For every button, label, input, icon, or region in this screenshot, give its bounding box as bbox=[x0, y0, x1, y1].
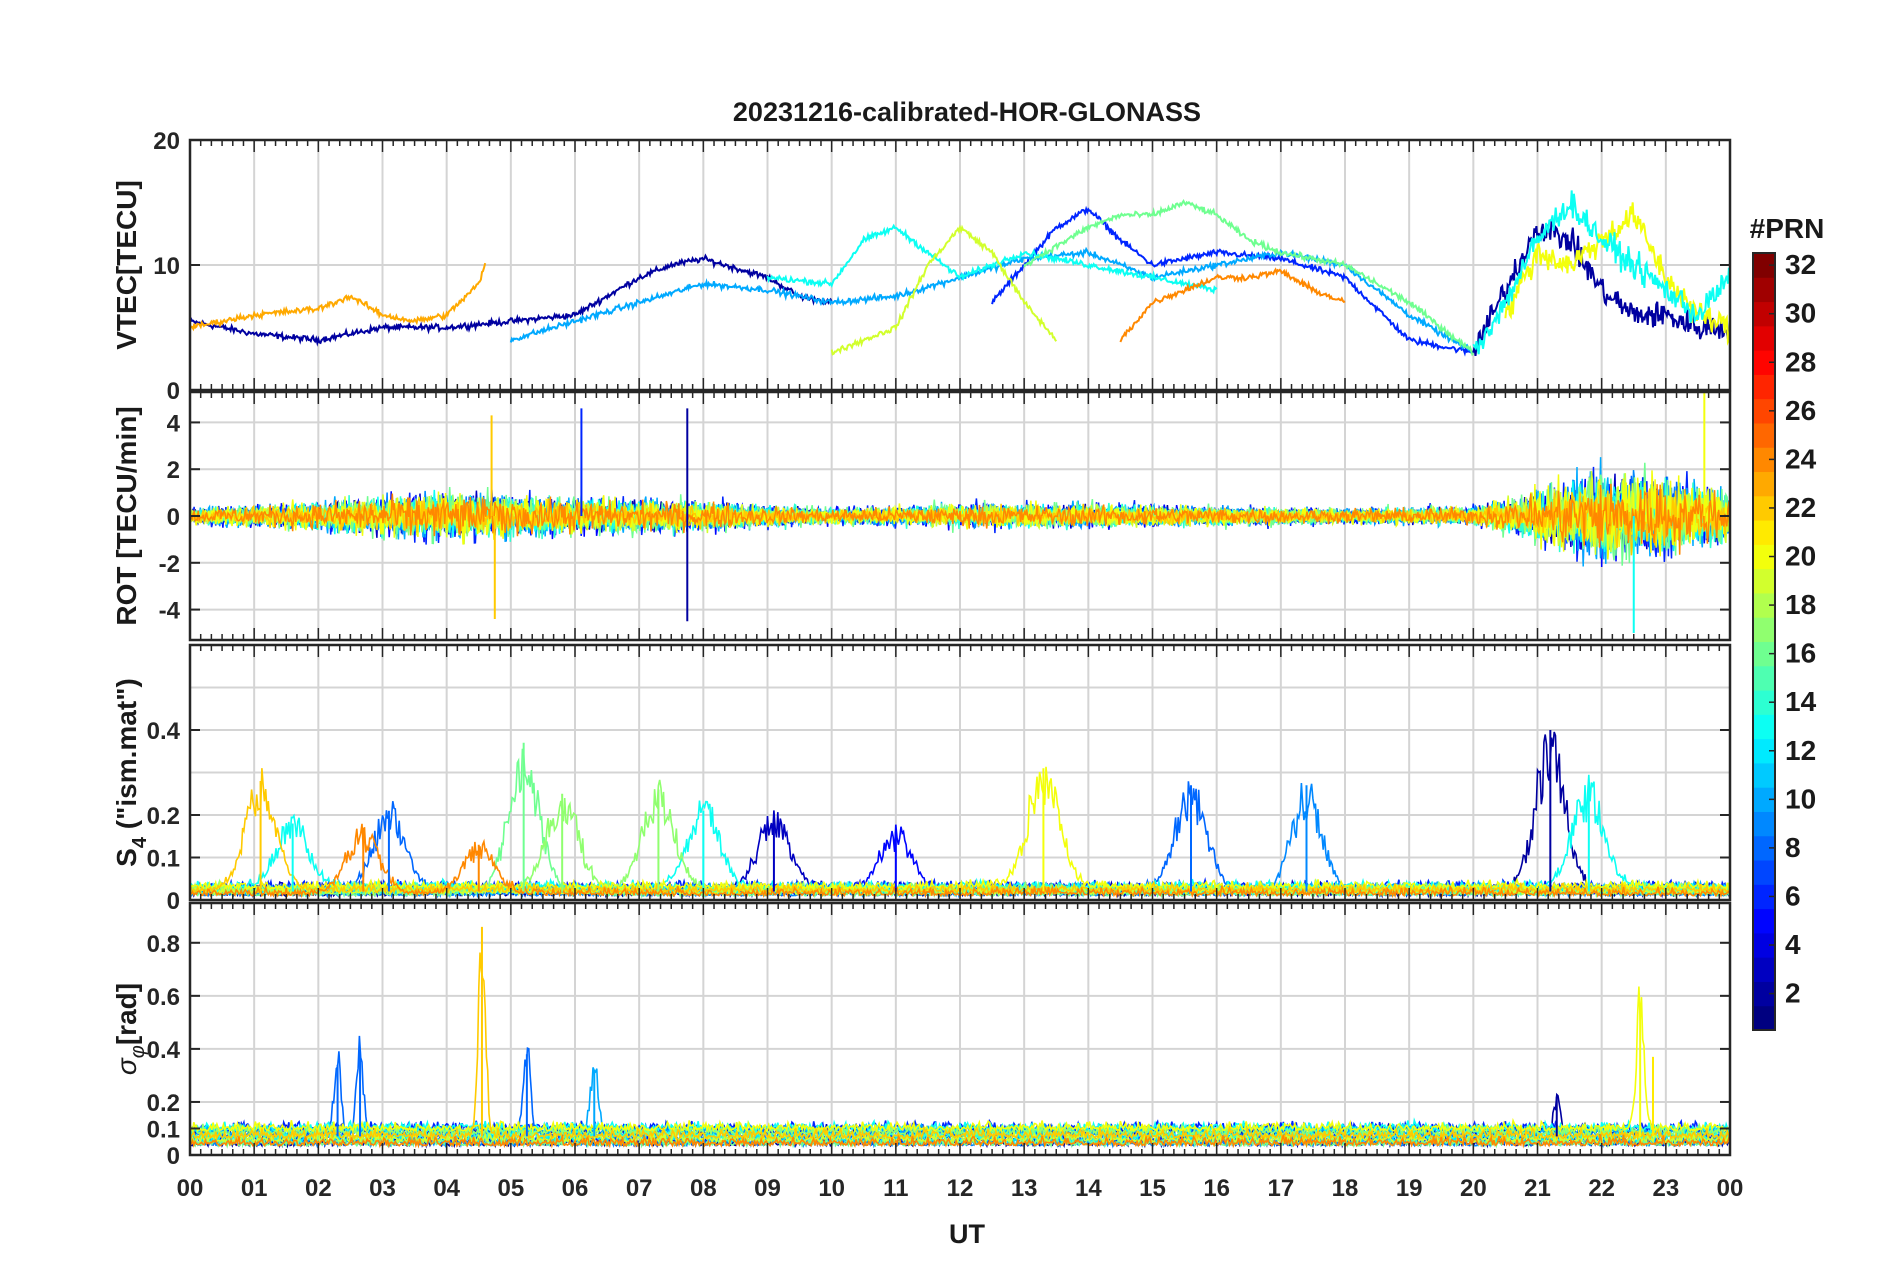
colorbar-tick-label: 12 bbox=[1785, 735, 1816, 766]
colorbar-segment bbox=[1753, 860, 1775, 885]
colorbar-segment bbox=[1753, 811, 1775, 837]
colorbar-tick-label: 8 bbox=[1785, 832, 1801, 863]
y-tick-label: 0.1 bbox=[147, 846, 180, 873]
x-tick-label: 12 bbox=[947, 1175, 974, 1202]
y-tick-label: 10 bbox=[153, 253, 180, 280]
x-tick-label: 11 bbox=[883, 1175, 908, 1202]
colorbar: 2468101214161820222426283032#PRN bbox=[1750, 213, 1825, 1031]
colorbar-tick-label: 32 bbox=[1785, 249, 1816, 280]
y-tick-label: 0.1 bbox=[147, 1116, 180, 1143]
colorbar-segment bbox=[1753, 374, 1775, 400]
colorbar-tick-label: 24 bbox=[1785, 443, 1817, 474]
vtec-series-prn-6 bbox=[991, 205, 1475, 357]
colorbar-segment bbox=[1753, 568, 1775, 594]
y-tick-label: 4 bbox=[167, 410, 181, 437]
colorbar-tick-label: 14 bbox=[1785, 686, 1817, 717]
x-tick-label: 00 bbox=[1717, 1175, 1744, 1202]
y-tick-label: 0.2 bbox=[147, 1090, 180, 1117]
y-tick-label: 20 bbox=[153, 128, 180, 155]
y-tick-label: 0.4 bbox=[147, 718, 181, 745]
y-tick-label: 0.4 bbox=[147, 1037, 181, 1064]
figure-title: 20231216-calibrated-HOR-GLONASS bbox=[733, 97, 1201, 127]
colorbar-tick-label: 26 bbox=[1785, 395, 1816, 426]
colorbar-segment bbox=[1753, 1005, 1775, 1031]
y-tick-label: 0 bbox=[167, 1143, 180, 1170]
colorbar-tick-label: 4 bbox=[1785, 929, 1801, 960]
colorbar-tick-label: 10 bbox=[1785, 783, 1816, 814]
x-tick-label: 02 bbox=[305, 1175, 332, 1202]
colorbar-tick-label: 6 bbox=[1785, 880, 1801, 911]
colorbar-segment bbox=[1753, 277, 1775, 303]
colorbar-tick-label: 30 bbox=[1785, 298, 1816, 329]
colorbar-segment bbox=[1753, 471, 1775, 497]
colorbar-tick-label: 18 bbox=[1785, 589, 1816, 620]
x-tick-label: 09 bbox=[754, 1175, 781, 1202]
x-tick-label: 08 bbox=[690, 1175, 717, 1202]
x-tick-label: 03 bbox=[369, 1175, 396, 1202]
x-tick-label: 23 bbox=[1652, 1175, 1679, 1202]
panel-2: -4 -2 0 2 4 ROT [TECU/min] bbox=[111, 390, 1732, 642]
y-tick-label: 0 bbox=[167, 888, 180, 915]
x-tick-label: 16 bbox=[1203, 1175, 1230, 1202]
x-axis-label: UT bbox=[949, 1219, 985, 1249]
colorbar-segment bbox=[1753, 957, 1775, 982]
x-tick-label: 17 bbox=[1267, 1175, 1294, 1202]
panel-1: 0 10 20 VTEC[TECU] bbox=[111, 128, 1732, 405]
colorbar-segment bbox=[1753, 617, 1775, 642]
x-tick-label: 01 bbox=[241, 1175, 268, 1202]
colorbar-tick-label: 20 bbox=[1785, 541, 1816, 572]
x-tick-label: 14 bbox=[1075, 1175, 1102, 1202]
colorbar-label: #PRN bbox=[1750, 213, 1825, 244]
y-tick-label: 0.6 bbox=[147, 984, 180, 1011]
colorbar-segment bbox=[1753, 665, 1775, 691]
x-tick-label: 07 bbox=[626, 1175, 653, 1202]
y-tick-label: 2 bbox=[167, 457, 180, 484]
x-tick-label: 19 bbox=[1396, 1175, 1423, 1202]
colorbar-segment bbox=[1753, 325, 1775, 351]
x-tick-label: 20 bbox=[1460, 1175, 1487, 1202]
y-tick-label: 0 bbox=[167, 378, 180, 405]
y-axis-label: VTEC[TECU] bbox=[111, 180, 142, 350]
y-tick-label: 0.2 bbox=[147, 803, 180, 830]
x-tick-label: 18 bbox=[1332, 1175, 1359, 1202]
y-axis-label: ROT [TECU/min] bbox=[111, 406, 142, 625]
y-tick-label: -4 bbox=[159, 598, 181, 625]
y-axis-label: S4 ("ism.mat") bbox=[111, 678, 151, 867]
colorbar-segment bbox=[1753, 762, 1775, 788]
colorbar-segment bbox=[1753, 520, 1775, 545]
y-tick-label: 0 bbox=[167, 504, 180, 531]
x-tick-label: 22 bbox=[1588, 1175, 1615, 1202]
colorbar-tick-label: 22 bbox=[1785, 492, 1816, 523]
x-axis: 00 01 02 03 04 05 06 07 08 09 10 11 12 13 14 15 16 17 18 19… bbox=[177, 1175, 1744, 1202]
vtec-series-prn-13 bbox=[766, 223, 1218, 295]
colorbar-segment bbox=[1753, 422, 1775, 448]
y-tick-label: 0.8 bbox=[147, 931, 180, 958]
vtec-series-prn-19 bbox=[830, 224, 1058, 356]
colorbar-tick-label: 16 bbox=[1785, 638, 1816, 669]
vtec-series-prn-20 bbox=[1504, 202, 1730, 346]
x-tick-label: 15 bbox=[1139, 1175, 1166, 1202]
y-axis-label: σφ[rad] bbox=[111, 983, 149, 1075]
x-tick-label: 21 bbox=[1524, 1175, 1551, 1202]
x-tick-label: 10 bbox=[818, 1175, 845, 1202]
x-tick-label: 04 bbox=[433, 1175, 460, 1202]
panel-4: 00.10.2 0.4 0.6 0.8 σφ[rad] bbox=[111, 901, 1732, 1170]
x-tick-label: 13 bbox=[1011, 1175, 1038, 1202]
panels-group: 01020VTEC[TECU]-4-2024ROT [TECU/min]00.1… bbox=[111, 128, 1732, 1170]
colorbar-segment bbox=[1753, 714, 1775, 740]
colorbar-tick-label: 28 bbox=[1785, 346, 1816, 377]
x-tick-label: 00 bbox=[177, 1175, 204, 1202]
vtec-series-prn-23 bbox=[190, 262, 487, 332]
x-tick-label: 06 bbox=[562, 1175, 589, 1202]
panel-3: 0 0.1 0.2 0.4S4 ("ism.mat") bbox=[111, 643, 1732, 915]
figure: 20231216-calibrated-HOR-GLONASS 01020VTE… bbox=[111, 97, 1825, 1249]
y-tick-label: -2 bbox=[159, 551, 180, 578]
colorbar-tick-label: 2 bbox=[1785, 978, 1801, 1009]
colorbar-segment bbox=[1753, 908, 1775, 934]
x-tick-label: 05 bbox=[497, 1175, 524, 1202]
